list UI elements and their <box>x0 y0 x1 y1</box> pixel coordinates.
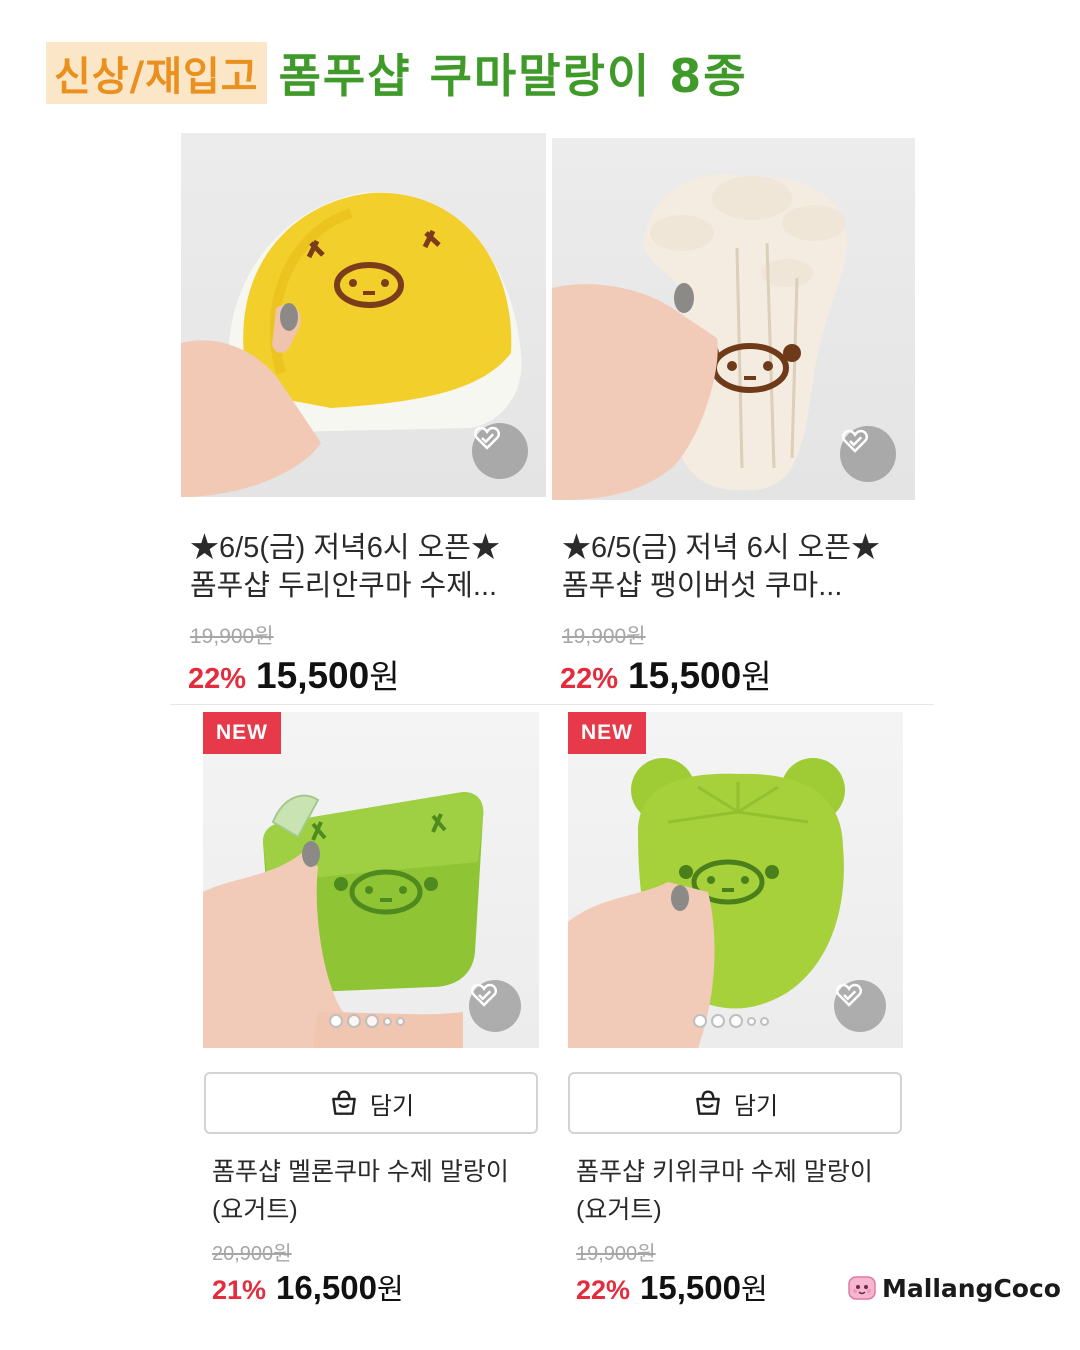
add-to-cart-label: 담기 <box>733 1091 779 1120</box>
price-unit: 원 <box>376 1274 404 1306</box>
carousel-dot[interactable] <box>729 1014 743 1028</box>
new-restock-tag: 신상/재입고 <box>46 42 267 104</box>
original-price: 19,900원 <box>576 1243 656 1265</box>
product-title-line2[interactable]: (요거트) <box>212 1192 542 1228</box>
sale-price: 22% 15,500 원 <box>576 1266 768 1308</box>
carousel-dot[interactable] <box>747 1016 756 1026</box>
price-amount: 16,500 <box>276 1269 377 1306</box>
product-image-kiwi-kuma[interactable]: NEW <box>568 712 903 1048</box>
carousel-dot[interactable] <box>711 1014 725 1028</box>
carousel-dot[interactable] <box>383 1016 392 1026</box>
row-divider <box>170 704 934 705</box>
price-unit: 원 <box>369 658 400 695</box>
product-title-line2[interactable]: (요거트) <box>576 1192 906 1228</box>
carousel-indicator <box>329 1014 405 1028</box>
brand-watermark: MallangCoco <box>846 1272 1061 1304</box>
product-image-enoki-kuma[interactable] <box>552 138 915 500</box>
product-title-line1[interactable]: ★6/5(금) 저녁 6시 오픈★ <box>562 530 907 566</box>
price-amount: 15,500 <box>256 655 370 696</box>
sale-price: 22% 15,500 원 <box>188 650 400 698</box>
price-amount: 15,500 <box>640 1269 741 1306</box>
original-price: 19,900원 <box>562 625 646 648</box>
product-image-melon-kuma[interactable]: NEW <box>203 712 539 1048</box>
shopping-bag-icon <box>696 1090 720 1115</box>
product-title-line1[interactable]: 폼푸샵 키위쿠마 수제 말랑이 <box>576 1154 906 1190</box>
original-price: 19,900원 <box>190 625 274 648</box>
wishlist-button[interactable] <box>840 426 896 482</box>
sale-price: 22% 15,500 원 <box>560 650 772 698</box>
original-price: 20,900원 <box>212 1243 292 1265</box>
carousel-dot[interactable] <box>693 1014 707 1028</box>
discount-rate: 22% <box>576 1275 631 1305</box>
product-title-line2[interactable]: 폼푸샵 팽이버섯 쿠마... <box>562 568 907 604</box>
product-title-line1[interactable]: ★6/5(금) 저녁6시 오픈★ <box>190 530 535 566</box>
price-unit: 원 <box>741 658 772 695</box>
brand-logo-icon <box>848 1276 876 1300</box>
carousel-dot[interactable] <box>365 1014 379 1028</box>
new-badge: NEW <box>568 712 646 754</box>
wishlist-heart-icon <box>836 983 862 1007</box>
page-title: 폼푸샵 쿠마말랑이 8종 <box>278 49 748 103</box>
add-to-cart-button[interactable]: 담기 <box>204 1072 538 1134</box>
product-title-line2[interactable]: 폼푸샵 두리안쿠마 수제... <box>190 568 535 604</box>
carousel-indicator <box>693 1014 769 1028</box>
new-badge: NEW <box>203 712 281 754</box>
add-to-cart-label: 담기 <box>369 1091 415 1120</box>
wishlist-heart-icon <box>842 429 868 453</box>
carousel-dot[interactable] <box>396 1016 405 1026</box>
wishlist-heart-icon <box>471 983 497 1007</box>
carousel-dot[interactable] <box>760 1016 769 1026</box>
discount-rate: 22% <box>188 663 247 695</box>
wishlist-button[interactable] <box>834 980 886 1032</box>
brand-name: MallangCoco <box>882 1273 1061 1303</box>
price-amount: 15,500 <box>628 655 742 696</box>
discount-rate: 21% <box>212 1275 267 1305</box>
discount-rate: 22% <box>560 663 619 695</box>
wishlist-heart-icon <box>474 426 500 450</box>
page-header: 신상/재입고 폼푸샵 쿠마말랑이 8종 <box>46 40 748 106</box>
add-to-cart-button[interactable]: 담기 <box>568 1072 902 1134</box>
wishlist-button[interactable] <box>469 980 521 1032</box>
product-title-line1[interactable]: 폼푸샵 멜론쿠마 수제 말랑이 <box>212 1154 542 1190</box>
wishlist-button[interactable] <box>472 423 528 479</box>
shopping-bag-icon <box>332 1090 356 1115</box>
carousel-dot[interactable] <box>347 1014 361 1028</box>
carousel-dot[interactable] <box>329 1014 343 1028</box>
price-unit: 원 <box>740 1274 768 1306</box>
sale-price: 21% 16,500 원 <box>212 1266 404 1308</box>
product-image-durian-kuma[interactable] <box>181 133 546 497</box>
